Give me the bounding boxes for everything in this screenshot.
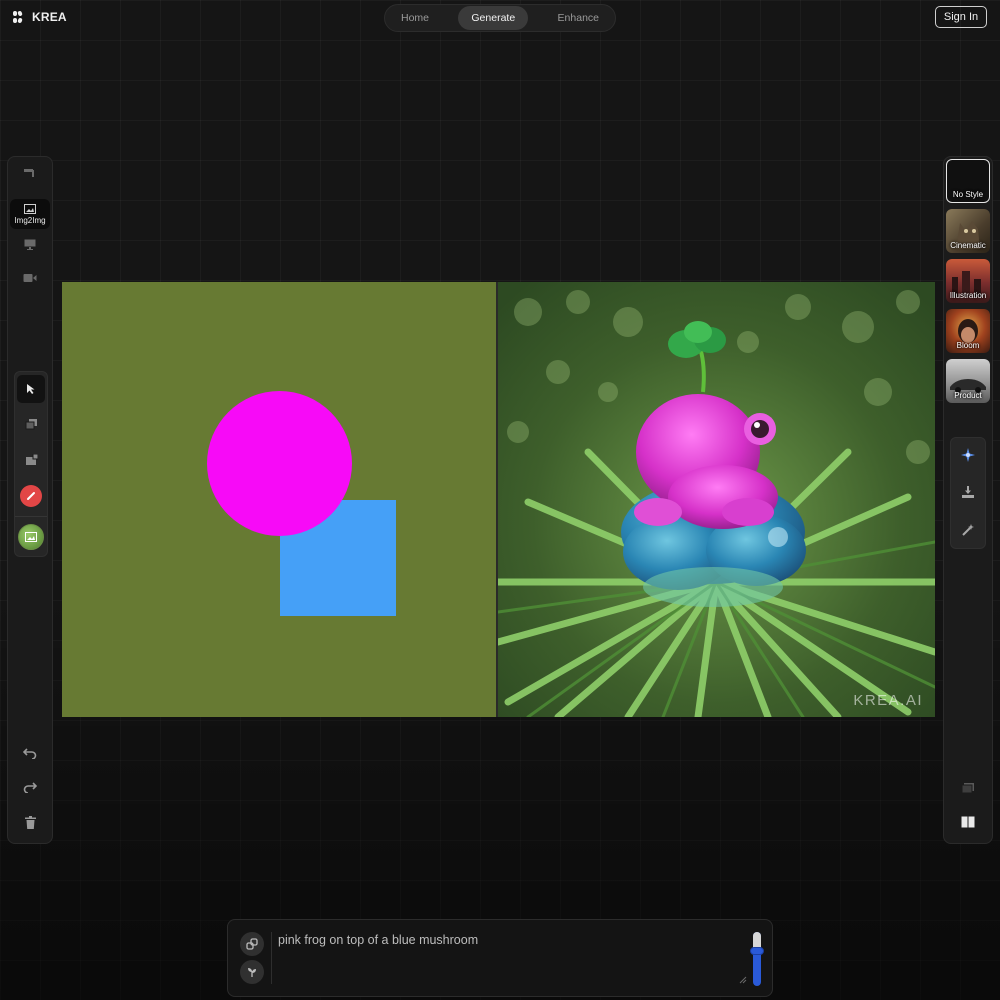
cursor-icon (27, 384, 35, 394)
style-bloom[interactable]: Bloom (946, 309, 990, 353)
prompt-input[interactable]: pink frog on top of a blue mushroom (278, 933, 478, 947)
action-tools (950, 437, 986, 549)
left-toolbar: Img2Img (7, 156, 53, 844)
download-icon (962, 486, 974, 498)
prompt-bar: pink frog on top of a blue mushroom (227, 919, 773, 997)
strength-slider[interactable] (750, 932, 764, 986)
stack-view-button[interactable] (954, 774, 982, 802)
img2img-label: Img2Img (14, 215, 46, 225)
layers-tool-button[interactable] (17, 410, 45, 438)
style-label: No Style (952, 190, 984, 199)
output-image: KREA.AI (498, 282, 935, 717)
download-button[interactable] (954, 478, 982, 506)
monitor-icon (24, 239, 36, 250)
img2img-mode-button[interactable]: Img2Img (10, 199, 50, 229)
plant-icon (248, 968, 256, 977)
eraser-tool-button[interactable] (17, 482, 45, 510)
undo-icon (23, 748, 37, 759)
brush-icon (24, 169, 34, 177)
paint-mode-button[interactable] (10, 158, 50, 188)
image-icon (24, 203, 36, 214)
enhance-sparkle-icon (961, 448, 975, 462)
trash-icon (24, 815, 36, 829)
input-canvas[interactable] (62, 282, 496, 717)
stack-view-icon (961, 783, 974, 794)
style-label: Cinematic (950, 241, 986, 250)
slider-handle[interactable] (750, 947, 764, 955)
tab-enhance[interactable]: Enhance (545, 6, 612, 30)
canvas-tools (14, 371, 48, 557)
add-image-tool-button[interactable] (17, 446, 45, 474)
style-product[interactable]: Product (946, 359, 990, 403)
style-label: Illustration (949, 291, 987, 300)
video-mode-button[interactable] (10, 263, 50, 293)
screen-mode-button[interactable] (10, 229, 50, 259)
split-view-button[interactable] (954, 808, 982, 836)
top-nav: Home Generate Enhance (384, 4, 616, 32)
generated-frog-image (498, 282, 935, 717)
magic-wand-icon (962, 524, 974, 536)
split-view-icon (961, 816, 975, 828)
enhance-button[interactable] (954, 441, 982, 469)
style-label: Product (954, 391, 982, 400)
redo-button[interactable] (16, 773, 44, 801)
style-illustration[interactable]: Illustration (946, 259, 990, 303)
select-tool-button[interactable] (17, 375, 45, 403)
style-cinematic[interactable]: Cinematic (946, 209, 990, 253)
link-button[interactable] (240, 932, 264, 956)
right-toolbar: No Style Cinematic Illustration Bloom Pr… (943, 156, 993, 844)
tab-generate[interactable]: Generate (458, 6, 529, 30)
prompt-divider (271, 932, 272, 984)
sign-in-button[interactable]: Sign In (935, 6, 987, 28)
magic-wand-button[interactable] (954, 516, 982, 544)
magenta-circle-shape[interactable] (207, 391, 352, 536)
layers-icon (25, 419, 37, 430)
krea-logo[interactable]: KREA (12, 10, 67, 24)
eraser-icon (20, 485, 42, 507)
image-thumbnail-icon (18, 524, 44, 550)
watermark: KREA.AI (853, 692, 923, 709)
style-no-style[interactable]: No Style (946, 159, 990, 203)
add-image-icon (25, 454, 38, 465)
delete-button[interactable] (16, 808, 44, 836)
logo-text: KREA (32, 10, 67, 24)
seed-button[interactable] (240, 960, 264, 984)
image-thumbnail-button[interactable] (17, 523, 45, 551)
video-icon (23, 274, 37, 282)
redo-icon (23, 782, 37, 793)
tab-home[interactable]: Home (388, 6, 442, 30)
link-icon (246, 938, 258, 950)
undo-button[interactable] (16, 739, 44, 767)
style-label: Bloom (956, 341, 980, 350)
krea-logo-icon (13, 11, 23, 23)
resize-grip-icon[interactable] (739, 976, 747, 984)
